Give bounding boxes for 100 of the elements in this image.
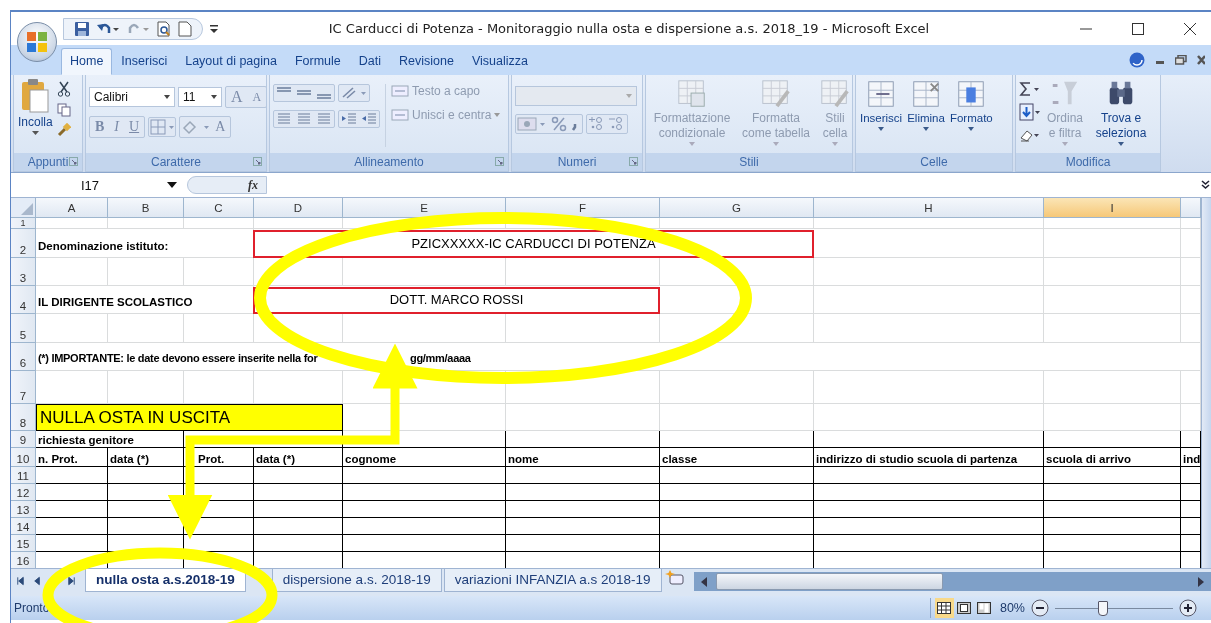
table-cell[interactable] <box>814 431 1044 448</box>
table-cell[interactable] <box>814 501 1044 518</box>
sheet-tab[interactable]: dispersione a.s. 2018-19 <box>271 569 442 592</box>
normal-view-button[interactable] <box>934 598 954 618</box>
table-cell[interactable] <box>814 535 1044 552</box>
table-cell[interactable] <box>660 535 814 552</box>
table-cell[interactable] <box>660 518 814 535</box>
dialog-launcher-icon[interactable] <box>629 157 638 166</box>
help-icon[interactable] <box>1129 52 1145 68</box>
table-cell[interactable] <box>184 431 343 448</box>
dialog-launcher-icon[interactable] <box>495 157 504 166</box>
close-icon[interactable] <box>1183 21 1197 36</box>
column-header[interactable]: G <box>660 198 814 218</box>
column-header[interactable]: B <box>108 198 184 218</box>
table-cell[interactable] <box>343 431 506 448</box>
number-format-field[interactable] <box>515 86 637 106</box>
ribbon-tab[interactable]: Inserisci <box>112 48 177 75</box>
table-cell[interactable] <box>660 467 814 484</box>
table-cell[interactable] <box>343 501 506 518</box>
maximize-icon[interactable] <box>1131 21 1145 36</box>
column-header[interactable]: H <box>814 198 1044 218</box>
table-cell[interactable] <box>254 467 343 484</box>
row-header[interactable]: 3 <box>11 258 36 286</box>
column-header[interactable]: D <box>254 198 343 218</box>
dialog-launcher-icon[interactable] <box>253 157 262 166</box>
ribbon-tab[interactable]: Dati <box>349 48 390 75</box>
column-header[interactable]: I <box>1044 198 1181 218</box>
input-cell[interactable]: DOTT. MARCO ROSSI <box>253 287 660 314</box>
sheet-nav-icon[interactable] <box>15 575 26 587</box>
column-header[interactable]: C <box>184 198 254 218</box>
zoom-slider[interactable] <box>1055 599 1173 617</box>
table-cell[interactable] <box>343 484 506 501</box>
sheet-tab[interactable]: nulla osta a.s.2018-19 <box>85 569 246 592</box>
row-header[interactable]: 9 <box>11 431 36 448</box>
row-header[interactable]: 16 <box>11 552 36 568</box>
table-cell[interactable] <box>343 518 506 535</box>
table-cell[interactable] <box>108 467 184 484</box>
ribbon-command-button[interactable]: Formato <box>948 78 994 131</box>
row-header[interactable]: 2 <box>11 229 36 258</box>
zoom-in-icon[interactable] <box>1179 599 1197 617</box>
percent-icon[interactable] <box>550 115 568 133</box>
table-cell[interactable] <box>506 431 660 448</box>
ribbon-tab[interactable]: Layout di pagina <box>176 48 286 75</box>
row-header[interactable]: 11 <box>11 467 36 484</box>
table-cell[interactable] <box>1044 535 1181 552</box>
row-header[interactable]: 12 <box>11 484 36 501</box>
restore-icon[interactable] <box>1175 55 1187 65</box>
ribbon-tab[interactable]: Formule <box>285 48 350 75</box>
table-cell[interactable] <box>184 467 254 484</box>
new-document-icon[interactable] <box>178 20 192 37</box>
table-cell[interactable] <box>1044 484 1181 501</box>
table-cell[interactable] <box>506 501 660 518</box>
table-cell[interactable] <box>36 467 108 484</box>
table-cell[interactable] <box>660 501 814 518</box>
table-cell[interactable] <box>254 535 343 552</box>
row-header[interactable]: 1 <box>11 218 36 229</box>
table-cell[interactable] <box>660 431 814 448</box>
brush-icon[interactable] <box>56 123 71 137</box>
table-cell[interactable] <box>254 484 343 501</box>
row-header[interactable]: 5 <box>11 314 36 343</box>
font-name-field[interactable]: Calibri <box>89 87 175 107</box>
right-arrow-icon[interactable] <box>1197 576 1205 587</box>
table-cell[interactable] <box>254 518 343 535</box>
row-header[interactable]: 14 <box>11 518 36 535</box>
fill-color-icon[interactable] <box>180 118 211 136</box>
office-button[interactable] <box>17 22 57 62</box>
ribbon-command-button[interactable]: Inserisci <box>859 78 904 131</box>
table-cell[interactable] <box>343 535 506 552</box>
save-icon[interactable] <box>74 20 90 37</box>
sheet-nav-icon[interactable] <box>32 575 43 587</box>
row-header[interactable]: 13 <box>11 501 36 518</box>
sum-icon[interactable] <box>1019 81 1041 97</box>
table-cell[interactable] <box>184 518 254 535</box>
table-cell[interactable] <box>814 484 1044 501</box>
row-header[interactable]: 7 <box>11 371 36 404</box>
sheet-tab[interactable]: variazioni INFANZIA a.s 2018-19 <box>443 569 662 592</box>
table-cell[interactable] <box>814 467 1044 484</box>
row-header[interactable]: 10 <box>11 448 36 467</box>
table-cell[interactable] <box>343 467 506 484</box>
indent-icon[interactable] <box>359 111 379 127</box>
fill-down-icon[interactable] <box>1019 103 1041 121</box>
table-cell[interactable] <box>36 535 108 552</box>
table-cell[interactable] <box>1044 518 1181 535</box>
table-cell[interactable] <box>506 535 660 552</box>
table-cell[interactable] <box>506 484 660 501</box>
copy-icon[interactable] <box>56 103 71 117</box>
name-box[interactable]: I17 <box>11 177 181 193</box>
left-arrow-icon[interactable] <box>699 576 708 587</box>
table-cell[interactable] <box>108 484 184 501</box>
customize-icon[interactable] <box>209 22 219 35</box>
input-cell[interactable]: PZICXXXXX-IC CARDUCCI DI POTENZA <box>253 230 814 258</box>
print-preview-icon[interactable] <box>156 20 172 37</box>
table-cell[interactable] <box>660 484 814 501</box>
ribbon-command-button[interactable]: Elimina <box>906 78 946 131</box>
column-header[interactable]: F <box>506 198 660 218</box>
table-cell[interactable] <box>1044 467 1181 484</box>
row-header[interactable]: 6 <box>11 343 36 371</box>
zoom-out-icon[interactable] <box>1031 599 1049 617</box>
table-cell[interactable] <box>506 518 660 535</box>
table-cell[interactable] <box>36 518 108 535</box>
